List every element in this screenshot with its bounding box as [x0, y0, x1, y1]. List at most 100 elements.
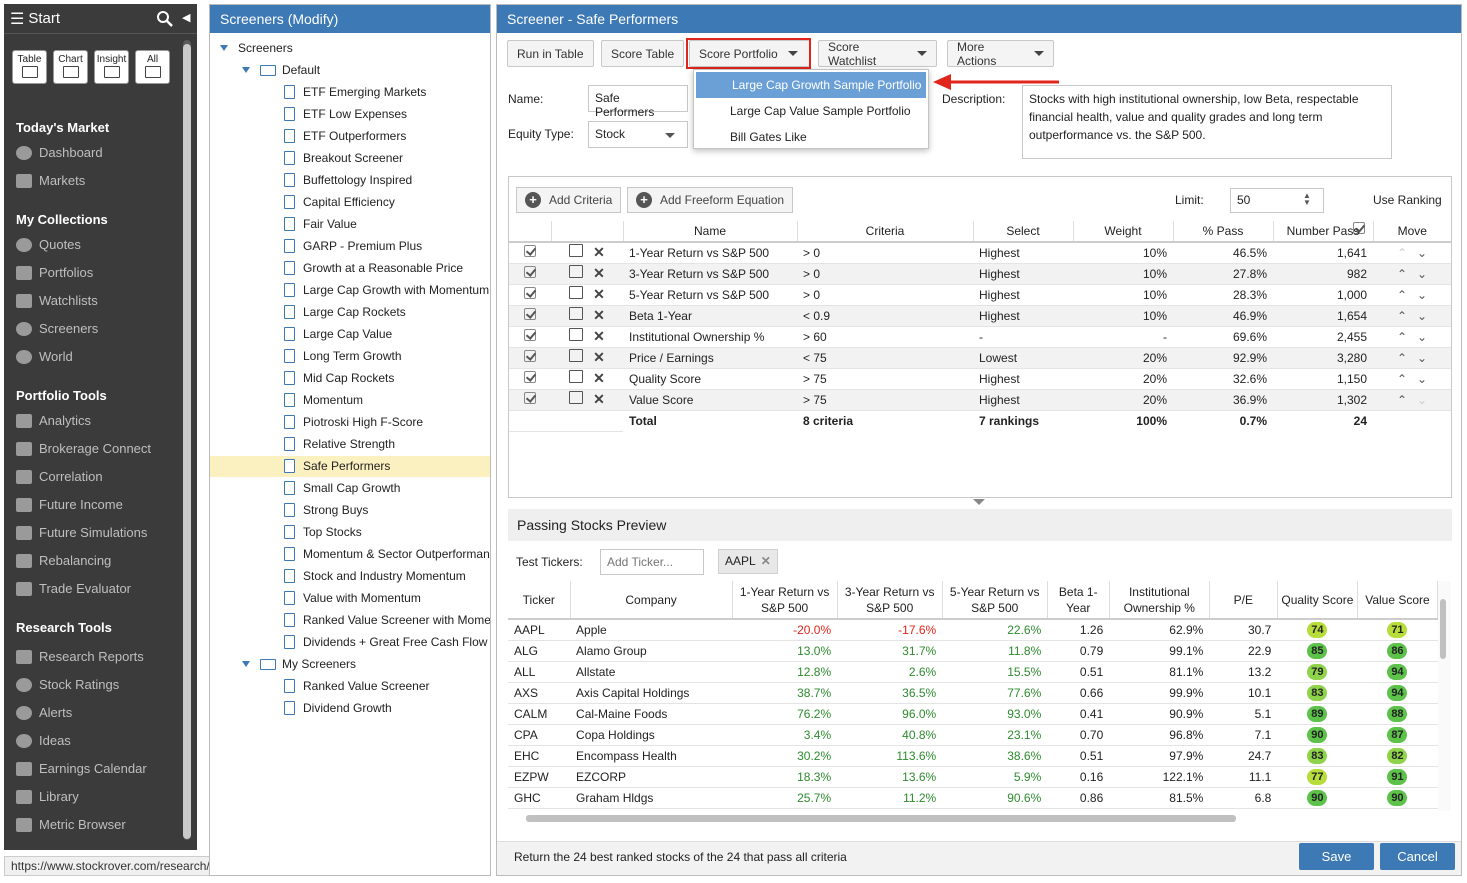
add-criteria-button[interactable]: + Add Criteria	[516, 187, 622, 213]
move-up-icon[interactable]: ⌃	[1392, 246, 1412, 260]
delete-icon[interactable]: ✕	[593, 307, 605, 323]
menu-item-bill-gates-like[interactable]: Bill Gates Like	[694, 124, 928, 150]
preview-col-header[interactable]: P/E	[1209, 581, 1278, 620]
menu-item-large-cap-value[interactable]: Large Cap Value Sample Portfolio	[694, 98, 928, 124]
tree-item[interactable]: Dividend Growth	[284, 699, 392, 717]
delete-icon[interactable]: ✕	[593, 328, 605, 344]
tree-item[interactable]: Ranked Value Screener with Momentum	[284, 611, 490, 629]
delete-icon[interactable]: ✕	[593, 286, 605, 302]
preview-row[interactable]: GHC Graham Hldgs 25.7% 11.2% 90.6% 0.86 81.5% 6…	[508, 787, 1438, 809]
tree-item[interactable]: Ranked Value Screener	[284, 677, 430, 695]
menu-item-large-cap-growth[interactable]: Large Cap Growth Sample Portfolio	[696, 72, 926, 98]
cancel-button[interactable]: Cancel	[1380, 843, 1455, 870]
move-down-icon[interactable]: ⌄	[1412, 246, 1432, 260]
move-up-icon[interactable]: ⌃	[1392, 393, 1412, 407]
sidebar-item-screeners[interactable]: Screeners	[16, 321, 98, 336]
tree-item[interactable]: Value with Momentum	[284, 589, 421, 607]
score-watchlist-button[interactable]: Score Watchlist	[818, 40, 937, 68]
start-label[interactable]: Start	[28, 10, 60, 27]
col-select[interactable]: Select	[973, 221, 1074, 243]
col-number-pass[interactable]: Number Pass	[1273, 221, 1374, 243]
delete-icon[interactable]: ✕	[593, 244, 605, 260]
sidebar-item-brokerage-connect[interactable]: Brokerage Connect	[16, 441, 151, 456]
menu-icon[interactable]: ☰	[10, 9, 24, 29]
preview-row[interactable]: EHC Encompass Health 30.2% 113.6% 38.6% 0.51 9…	[508, 745, 1438, 767]
preview-col-header[interactable]: Quality Score	[1277, 581, 1358, 620]
edit-icon[interactable]	[569, 370, 584, 383]
preview-col-header[interactable]: Value Score	[1357, 581, 1439, 620]
col-name[interactable]: Name	[623, 221, 798, 243]
tree-item[interactable]: Strong Buys	[284, 501, 368, 519]
preview-col-header[interactable]: Ticker	[508, 581, 571, 620]
tree-item[interactable]: Large Cap Rockets	[284, 303, 406, 321]
sidebar-item-earnings-calendar[interactable]: Earnings Calendar	[16, 761, 147, 776]
splitter-caret-icon[interactable]	[973, 499, 985, 505]
criteria-row[interactable]: ✕ Value Score > 75 Highest 20% 36.9% 1,302 ⌃ ⌄	[509, 389, 1451, 411]
tree-item[interactable]: Momentum	[284, 391, 363, 409]
delete-icon[interactable]: ✕	[593, 265, 605, 281]
preview-vscroll-thumb[interactable]	[1440, 599, 1446, 659]
tree-item[interactable]: ETF Emerging Markets	[284, 83, 426, 101]
criteria-enabled-checkbox[interactable]	[524, 245, 536, 258]
run-in-table-button[interactable]: Run in Table	[507, 40, 594, 67]
preview-row[interactable]: CPA Copa Holdings 3.4% 40.8% 23.1% 0.70 96.8% 7…	[508, 724, 1438, 746]
sidebar-item-future-income[interactable]: Future Income	[16, 497, 123, 512]
col-criteria[interactable]: Criteria	[797, 221, 974, 243]
tree-item[interactable]: Capital Efficiency	[284, 193, 395, 211]
col-weight[interactable]: Weight	[1073, 221, 1174, 243]
col-pct-pass[interactable]: % Pass	[1173, 221, 1274, 243]
criteria-row[interactable]: ✕ Beta 1-Year < 0.9 Highest 10% 46.9% 1,654 ⌃ ⌄	[509, 305, 1451, 327]
preview-row[interactable]: EZPW EZCORP 18.3% 13.6% 5.9% 0.16 122.1% 11.1 77…	[508, 766, 1438, 788]
quick-insight-button[interactable]: Insight	[94, 50, 129, 84]
edit-icon[interactable]	[569, 286, 584, 299]
sidebar-item-quotes[interactable]: Quotes	[16, 237, 81, 252]
tree-item[interactable]: Fair Value	[284, 215, 357, 233]
tree-item[interactable]: Growth at a Reasonable Price	[284, 259, 463, 277]
sidebar-item-ideas[interactable]: Ideas	[16, 733, 71, 748]
tree-folder-default[interactable]: Default	[242, 61, 320, 79]
move-up-icon[interactable]: ⌃	[1392, 309, 1412, 323]
criteria-row[interactable]: ✕ 3-Year Return vs S&P 500 > 0 Highest 10% 27…	[509, 263, 1451, 285]
name-field[interactable]: Safe Performers	[588, 85, 688, 119]
tree-item[interactable]: Relative Strength	[284, 435, 395, 453]
edit-icon[interactable]	[569, 307, 584, 320]
tree-item[interactable]: Long Term Growth	[284, 347, 402, 365]
preview-col-header[interactable]: Company	[570, 581, 733, 620]
tree-root-screeners[interactable]: Screeners	[220, 39, 293, 57]
sidebar-item-rebalancing[interactable]: Rebalancing	[16, 553, 111, 568]
preview-row[interactable]: ALL Allstate 12.8% 2.6% 15.5% 0.51 81.1% 13.2 79…	[508, 661, 1438, 683]
criteria-enabled-checkbox[interactable]	[524, 350, 536, 362]
criteria-enabled-checkbox[interactable]	[524, 329, 536, 341]
tree-item[interactable]: Large Cap Growth with Momentum	[284, 281, 489, 299]
preview-col-header[interactable]: Institutional Ownership %	[1109, 581, 1210, 620]
sidebar-scroll-thumb[interactable]	[183, 44, 191, 839]
criteria-row[interactable]: ✕ Institutional Ownership % > 60- -69.6% 2,4…	[509, 326, 1451, 348]
move-up-icon[interactable]: ⌃	[1392, 288, 1412, 302]
sidebar-item-dashboard[interactable]: Dashboard	[16, 145, 103, 160]
move-down-icon[interactable]: ⌄	[1412, 309, 1432, 323]
tree-item[interactable]: Momentum & Sector Outperformance	[284, 545, 490, 563]
more-actions-button[interactable]: More Actions	[947, 40, 1054, 68]
description-field[interactable]: Stocks with high institutional ownership…	[1022, 85, 1392, 159]
tree-item[interactable]: Safe Performers	[284, 457, 390, 475]
quick-table-button[interactable]: Table	[12, 50, 47, 84]
move-down-icon[interactable]: ⌄	[1412, 330, 1432, 344]
tree-item[interactable]: Breakout Screener	[284, 149, 403, 167]
sidebar-item-trade-evaluator[interactable]: Trade Evaluator	[16, 581, 131, 596]
expand-icon[interactable]	[242, 67, 250, 73]
move-up-icon[interactable]: ⌃	[1392, 267, 1412, 281]
score-table-button[interactable]: Score Table	[601, 40, 685, 67]
move-up-icon[interactable]: ⌃	[1392, 330, 1412, 344]
criteria-enabled-checkbox[interactable]	[524, 266, 536, 278]
quick-all-button[interactable]: All	[135, 50, 170, 84]
add-freeform-button[interactable]: + Add Freeform Equation	[627, 187, 794, 213]
preview-row[interactable]: AAPL Apple -20.0% -17.6% 22.6% 1.26 62.9% 30.7 7…	[508, 619, 1438, 641]
tree-item[interactable]: Top Stocks	[284, 523, 362, 541]
move-up-icon[interactable]: ⌃	[1392, 351, 1412, 365]
criteria-enabled-checkbox[interactable]	[524, 371, 536, 383]
preview-col-header[interactable]: 5-Year Return vs S&P 500	[942, 581, 1048, 620]
delete-icon[interactable]: ✕	[593, 370, 605, 386]
remove-tag-icon[interactable]: ✕	[761, 550, 771, 573]
preview-row[interactable]: AXS Axis Capital Holdings 38.7% 36.5% 77.6% 0…	[508, 682, 1438, 704]
criteria-enabled-checkbox[interactable]	[524, 287, 536, 299]
